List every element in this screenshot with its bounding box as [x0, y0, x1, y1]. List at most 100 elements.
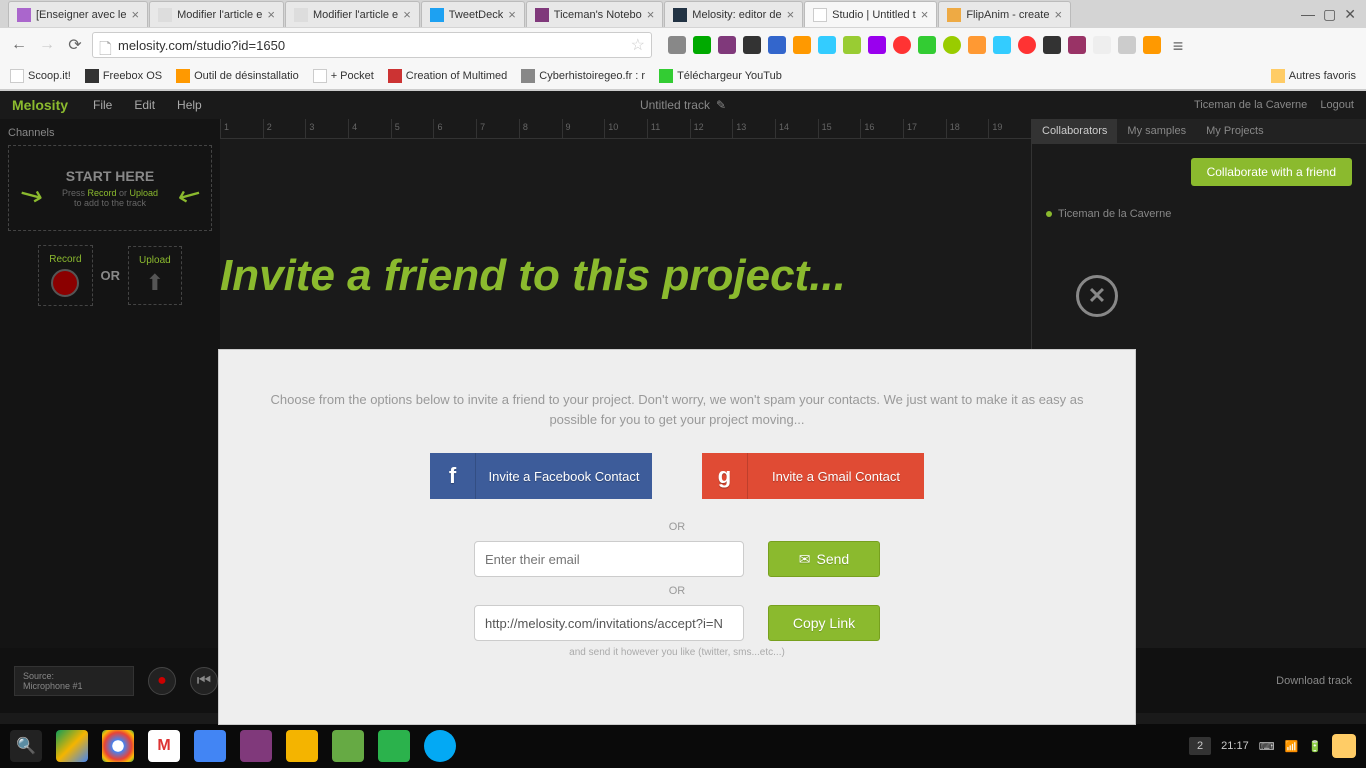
close-icon[interactable]: × [647, 7, 655, 22]
logout-link[interactable]: Logout [1320, 99, 1354, 111]
ext-icon[interactable] [918, 36, 936, 54]
back-button[interactable]: ← [8, 34, 30, 56]
reload-button[interactable]: ⟳ [64, 34, 86, 56]
copy-link-button[interactable]: Copy Link [768, 605, 880, 641]
ext-icon[interactable] [1093, 36, 1111, 54]
ext-icon[interactable] [668, 36, 686, 54]
tab-my-samples[interactable]: My samples [1117, 119, 1196, 143]
tab-7[interactable]: FlipAnim - create× [938, 1, 1071, 27]
search-icon[interactable]: 🔍 [10, 730, 42, 762]
close-icon[interactable]: × [132, 7, 140, 22]
ext-icon[interactable] [768, 36, 786, 54]
close-icon[interactable]: × [267, 7, 275, 22]
ext-icon[interactable] [893, 36, 911, 54]
notification-badge[interactable]: 2 [1189, 737, 1211, 755]
address-bar[interactable]: 🗋 melosity.com/studio?id=1650 ☆ [92, 32, 652, 58]
tab-0[interactable]: [Enseigner avec le× [8, 1, 148, 27]
close-icon[interactable]: × [787, 7, 795, 22]
menu-edit[interactable]: Edit [134, 98, 155, 112]
email-input[interactable] [474, 541, 744, 577]
minimize-icon[interactable]: — [1301, 6, 1315, 23]
bookmark-star-icon[interactable]: ☆ [631, 35, 645, 55]
ext-icon[interactable] [993, 36, 1011, 54]
tab-my-projects[interactable]: My Projects [1196, 119, 1273, 143]
tab-3[interactable]: TweetDeck× [421, 1, 525, 27]
ext-icon[interactable] [1118, 36, 1136, 54]
close-icon[interactable]: × [921, 7, 929, 22]
chrome-icon[interactable] [102, 730, 134, 762]
close-icon[interactable]: × [508, 7, 516, 22]
ext-icon[interactable] [1043, 36, 1061, 54]
feedly-icon[interactable] [378, 730, 410, 762]
source-select[interactable]: Source: Microphone #1 [14, 666, 134, 696]
or-separator: OR [249, 521, 1105, 533]
bookmark-item[interactable]: + Pocket [313, 69, 374, 83]
edit-icon[interactable]: ✎ [716, 98, 726, 112]
download-button[interactable]: Download track [1276, 675, 1352, 687]
keyboard-icon[interactable]: ⌨ [1259, 740, 1275, 753]
track-title[interactable]: Untitled track✎ [640, 98, 726, 112]
ruler-tick: 15 [818, 119, 861, 138]
user-name[interactable]: Ticeman de la Caverne [1194, 99, 1307, 111]
gmail-icon[interactable]: M [148, 730, 180, 762]
menu-file[interactable]: File [93, 98, 112, 112]
bookmark-item[interactable]: Outil de désinstallatio [176, 69, 299, 83]
ext-icon[interactable] [968, 36, 986, 54]
files-icon[interactable] [424, 730, 456, 762]
maximize-icon[interactable]: ▢ [1323, 6, 1336, 23]
onenote-icon[interactable] [240, 730, 272, 762]
bookmark-item[interactable]: Cyberhistoiregeo.fr : r [521, 69, 645, 83]
bookmark-item[interactable]: Scoop.it! [10, 69, 71, 83]
send-button[interactable]: ✉Send [768, 541, 880, 577]
battery-icon[interactable]: 🔋 [1308, 740, 1322, 753]
tray-icon[interactable] [1332, 734, 1356, 758]
collaborate-button[interactable]: Collaborate with a friend [1191, 158, 1352, 186]
clock[interactable]: 21:17 [1221, 740, 1249, 752]
menu-help[interactable]: Help [177, 98, 202, 112]
tab-collaborators[interactable]: Collaborators [1032, 119, 1117, 143]
modal-close-button[interactable]: ✕ [1076, 275, 1118, 317]
app-icon[interactable] [332, 730, 364, 762]
menu-icon[interactable]: ≡ [1168, 36, 1188, 54]
ext-icon[interactable] [743, 36, 761, 54]
bookmark-item[interactable]: Téléchargeur YouTub [659, 69, 782, 83]
record-button[interactable]: Record [38, 245, 92, 306]
ruler-tick: 1 [220, 119, 263, 138]
docs-icon[interactable] [194, 730, 226, 762]
close-window-icon[interactable]: ✕ [1344, 6, 1356, 23]
collaborator-row[interactable]: Ticeman de la Caverne [1032, 200, 1366, 228]
ext-icon[interactable] [868, 36, 886, 54]
ext-icon[interactable] [793, 36, 811, 54]
tab-4[interactable]: Ticeman's Notebo× [526, 1, 664, 27]
gmail-invite-button[interactable]: g Invite a Gmail Contact [702, 453, 924, 499]
link-input[interactable] [474, 605, 744, 641]
ext-icon[interactable] [818, 36, 836, 54]
record-button[interactable]: ● [148, 667, 176, 695]
close-icon[interactable]: × [403, 7, 411, 22]
slides-icon[interactable] [286, 730, 318, 762]
upload-button[interactable]: Upload ⬆ [128, 246, 182, 305]
forward-button[interactable]: → [36, 34, 58, 56]
ext-icon[interactable] [1068, 36, 1086, 54]
ext-icon[interactable] [718, 36, 736, 54]
tab-1[interactable]: Modifier l'article e× [149, 1, 284, 27]
email-row: ✉Send [249, 541, 1105, 577]
other-bookmarks[interactable]: Autres favoris [1271, 69, 1356, 83]
close-icon[interactable]: × [1054, 7, 1062, 22]
bookmark-item[interactable]: Freebox OS [85, 69, 162, 83]
drive-icon[interactable] [56, 730, 88, 762]
prev-button[interactable]: ⏮ [190, 667, 218, 695]
tab-6[interactable]: Studio | Untitled t× [804, 1, 937, 27]
ext-icon[interactable] [943, 36, 961, 54]
bookmark-item[interactable]: Creation of Multimed [388, 69, 508, 83]
ext-icon[interactable] [1018, 36, 1036, 54]
tab-5[interactable]: Melosity: editor de× [664, 1, 803, 27]
wifi-icon[interactable]: 📶 [1285, 740, 1299, 753]
left-panel: Channels ↘ ↙ START HERE Press Record or … [0, 119, 220, 674]
facebook-invite-button[interactable]: f Invite a Facebook Contact [430, 453, 652, 499]
share-hint: and send it however you like (twitter, s… [249, 647, 1105, 658]
tab-2[interactable]: Modifier l'article e× [285, 1, 420, 27]
ext-icon[interactable] [1143, 36, 1161, 54]
ext-icon[interactable] [843, 36, 861, 54]
ext-icon[interactable] [693, 36, 711, 54]
